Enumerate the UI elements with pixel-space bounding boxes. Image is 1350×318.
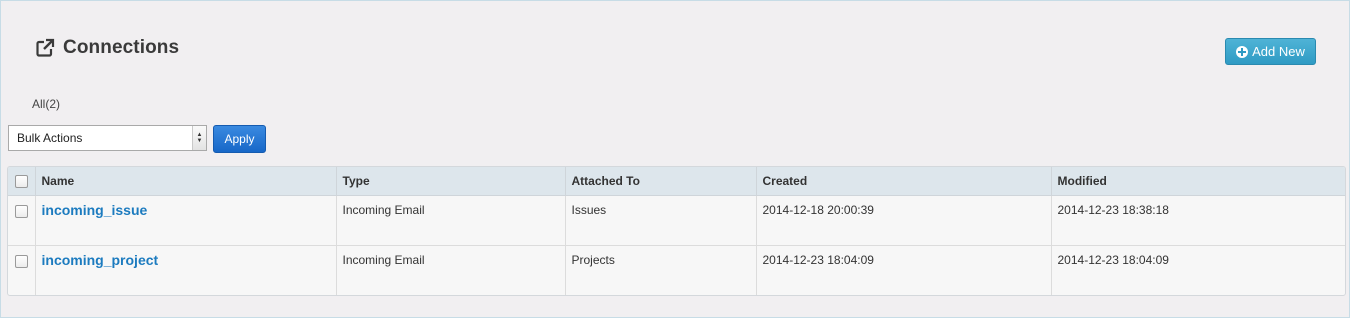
row-checkbox[interactable]	[14, 204, 28, 218]
table-header-row: Name Type Attached To Created Modified	[8, 167, 1345, 196]
row-checkbox[interactable]	[14, 254, 28, 268]
modified-cell: 2014-12-23 18:04:09	[1057, 252, 1169, 267]
select-all-cell	[8, 167, 36, 196]
filter-all-link[interactable]: All(2)	[32, 97, 60, 111]
type-cell: Incoming Email	[336, 195, 566, 246]
attached-to-cell: Projects	[565, 245, 757, 295]
column-header-type[interactable]: Type	[336, 167, 566, 196]
apply-button[interactable]: Apply	[213, 125, 266, 153]
row-checkbox-cell	[8, 245, 36, 295]
type-cell: Incoming Email	[336, 245, 566, 295]
connection-name-link[interactable]: incoming_project	[42, 252, 159, 268]
column-header-created[interactable]: Created	[756, 167, 1052, 196]
row-checkbox-cell	[8, 195, 36, 246]
column-header-modified[interactable]: Modified	[1051, 167, 1345, 196]
bulk-actions-select[interactable]: Bulk Actions ▲ ▼	[8, 125, 207, 151]
bulk-actions-value: Bulk Actions	[17, 131, 83, 145]
column-header-attached-to[interactable]: Attached To	[565, 167, 757, 196]
created-cell: 2014-12-23 18:04:09	[756, 245, 1052, 295]
name-cell: incoming_issue	[35, 195, 337, 246]
name-cell: incoming_project	[35, 245, 337, 295]
connections-table: Name Type Attached To Created Modified i…	[7, 166, 1346, 296]
select-all-checkbox[interactable]	[14, 174, 28, 188]
page-title: Connections	[63, 37, 180, 58]
external-link-icon	[35, 38, 55, 58]
page-header: Connections	[35, 37, 179, 59]
table-row: incoming_issue Incoming Email Issues 201…	[8, 195, 1345, 246]
column-header-name[interactable]: Name	[35, 167, 337, 196]
add-new-button[interactable]: Add New	[1225, 38, 1316, 65]
plus-circle-icon	[1236, 45, 1249, 58]
attached-to-cell: Issues	[565, 195, 757, 246]
modified-cell: 2014-12-23 18:38:18	[1051, 195, 1345, 246]
created-cell: 2014-12-18 20:00:39	[756, 195, 1052, 246]
add-new-label: Add New	[1252, 44, 1305, 59]
table-row: incoming_project Incoming Email Projects…	[8, 245, 1345, 295]
connection-name-link[interactable]: incoming_issue	[42, 202, 148, 218]
select-arrows-icon: ▲ ▼	[192, 126, 206, 150]
